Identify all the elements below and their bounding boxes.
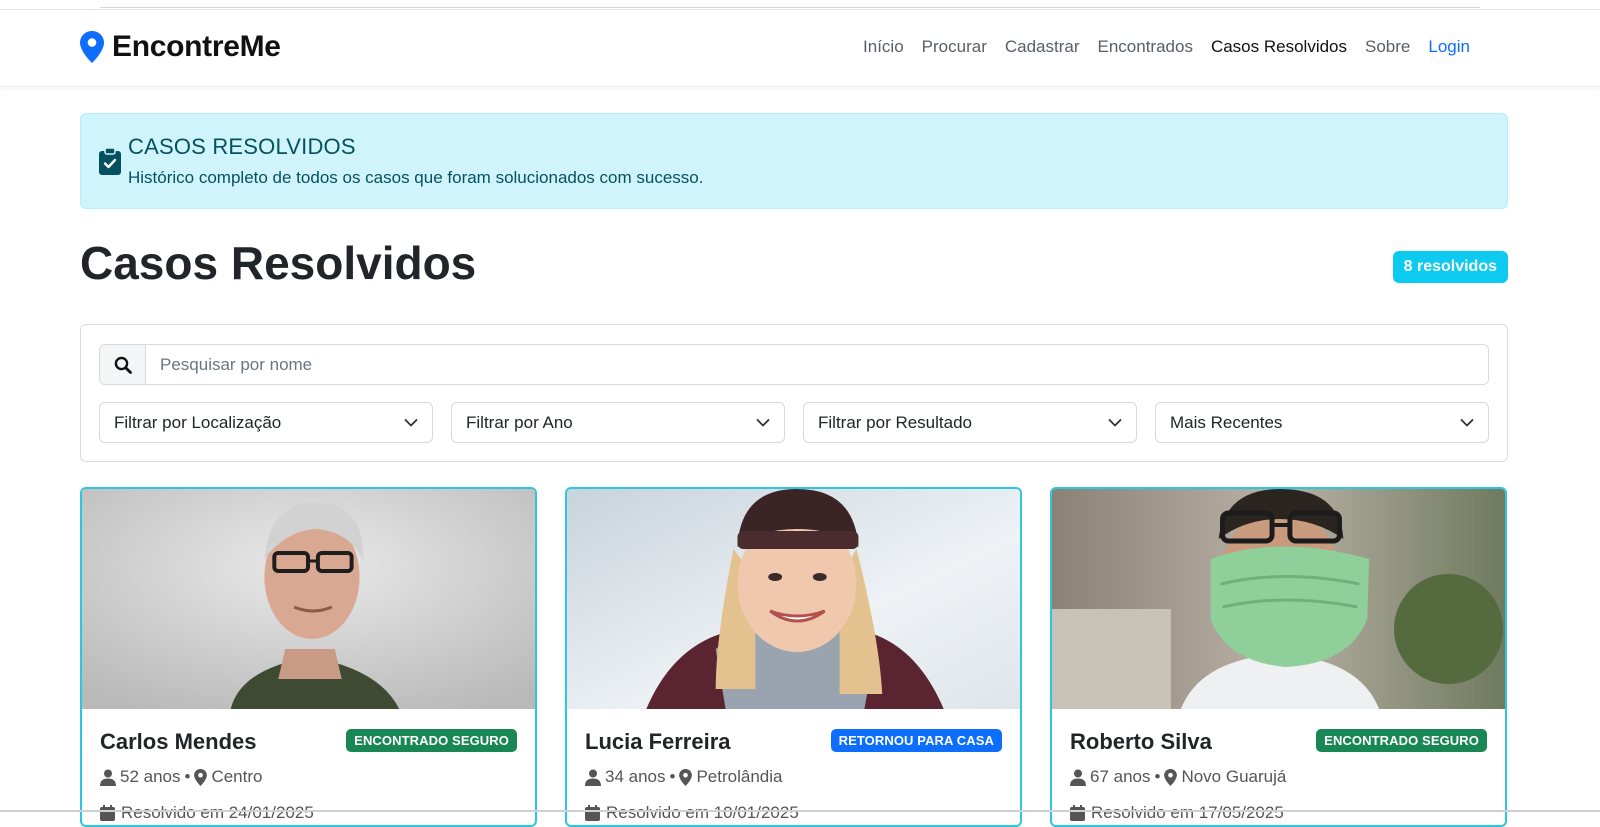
person-icon bbox=[100, 769, 116, 786]
case-age: 67 anos bbox=[1090, 767, 1151, 786]
resolved-count-badge: 8 resolvidos bbox=[1392, 251, 1508, 283]
case-photo bbox=[1052, 489, 1505, 709]
case-resolved-date: Resolvido em 10/01/2025 bbox=[606, 803, 799, 822]
case-card[interactable]: Carlos Mendes ENCONTRADO SEGURO 52 anos … bbox=[80, 487, 537, 827]
nav-item-procurar[interactable]: Procurar bbox=[922, 37, 987, 57]
result-filter-select[interactable]: Filtrar por Resultado bbox=[803, 402, 1137, 443]
location-filter-value: Filtrar por Localização bbox=[114, 412, 282, 432]
location-filter-select[interactable]: Filtrar por Localização bbox=[99, 402, 433, 443]
page-title: Casos Resolvidos bbox=[80, 237, 477, 289]
calendar-icon bbox=[100, 805, 115, 821]
navbar: EncontreMe Início Procurar Cadastrar Enc… bbox=[0, 10, 1600, 87]
status-badge: RETORNOU PARA CASA bbox=[830, 729, 1002, 752]
filters-panel: Filtrar por Localização Filtrar por Ano … bbox=[80, 324, 1508, 462]
alert-title: CASOS RESOLVIDOS bbox=[128, 134, 356, 159]
map-pin-icon bbox=[679, 768, 693, 786]
map-pin-icon bbox=[194, 768, 208, 786]
meta-separator: • bbox=[1154, 767, 1161, 786]
alert-text: Histórico completo de todos os casos que… bbox=[128, 168, 704, 187]
case-name: Lucia Ferreira bbox=[585, 729, 731, 754]
case-age: 34 anos bbox=[605, 767, 666, 786]
clipboard-check-icon bbox=[99, 147, 121, 175]
brand-link[interactable]: EncontreMe bbox=[80, 30, 281, 64]
case-date-row: Resolvido em 10/01/2025 bbox=[585, 803, 799, 823]
status-badge: ENCONTRADO SEGURO bbox=[1316, 729, 1487, 752]
nav-item-inicio[interactable]: Início bbox=[863, 37, 904, 57]
sort-value: Mais Recentes bbox=[1170, 412, 1283, 432]
case-photo bbox=[567, 489, 1020, 709]
browser-top-edge bbox=[0, 0, 1600, 10]
year-filter-select[interactable]: Filtrar por Ano bbox=[451, 402, 785, 443]
map-pin-icon bbox=[1164, 768, 1178, 786]
chevron-down-icon bbox=[1460, 418, 1474, 426]
brand-name: EncontreMe bbox=[112, 30, 281, 63]
search-group bbox=[99, 344, 1489, 385]
case-card[interactable]: Lucia Ferreira RETORNOU PARA CASA 34 ano… bbox=[565, 487, 1022, 827]
sort-select[interactable]: Mais Recentes bbox=[1155, 402, 1489, 443]
case-meta: 34 anos • Petrolândia bbox=[585, 767, 782, 787]
nav-item-encontrados[interactable]: Encontrados bbox=[1098, 37, 1193, 57]
chevron-down-icon bbox=[756, 418, 770, 426]
case-age: 52 anos bbox=[120, 767, 181, 786]
person-icon bbox=[585, 769, 601, 786]
nav-item-casos-resolvidos[interactable]: Casos Resolvidos bbox=[1211, 37, 1347, 57]
chevron-down-icon bbox=[404, 418, 418, 426]
search-input[interactable] bbox=[146, 345, 1488, 384]
calendar-icon bbox=[585, 805, 600, 821]
status-badge: ENCONTRADO SEGURO bbox=[346, 729, 517, 752]
case-meta: 67 anos • Novo Guarujá bbox=[1070, 767, 1286, 787]
calendar-icon bbox=[1070, 805, 1085, 821]
case-meta: 52 anos • Centro bbox=[100, 767, 262, 787]
case-name: Carlos Mendes bbox=[100, 729, 257, 754]
case-name: Roberto Silva bbox=[1070, 729, 1212, 754]
meta-separator: • bbox=[184, 767, 191, 786]
nav-links: Início Procurar Cadastrar Encontrados Ca… bbox=[863, 37, 1470, 57]
nav-item-cadastrar[interactable]: Cadastrar bbox=[1005, 37, 1080, 57]
result-filter-value: Filtrar por Resultado bbox=[818, 412, 973, 432]
case-date-row: Resolvido em 17/05/2025 bbox=[1070, 803, 1284, 823]
filter-selects: Filtrar por Localização Filtrar por Ano … bbox=[99, 402, 1489, 443]
case-location: Novo Guarujá bbox=[1181, 767, 1287, 786]
nav-item-sobre[interactable]: Sobre bbox=[1365, 37, 1410, 57]
chevron-down-icon bbox=[1108, 418, 1122, 426]
person-icon bbox=[1070, 769, 1086, 786]
search-icon bbox=[100, 345, 146, 384]
case-resolved-date: Resolvido em 24/01/2025 bbox=[121, 803, 314, 822]
case-resolved-date: Resolvido em 17/05/2025 bbox=[1091, 803, 1284, 822]
case-cards: Carlos Mendes ENCONTRADO SEGURO 52 anos … bbox=[80, 487, 1508, 827]
case-location: Petrolândia bbox=[696, 767, 783, 786]
meta-separator: • bbox=[669, 767, 676, 786]
case-date-row: Resolvido em 24/01/2025 bbox=[100, 803, 314, 823]
case-location: Centro bbox=[211, 767, 263, 786]
map-pin-icon bbox=[80, 31, 104, 63]
year-filter-value: Filtrar por Ano bbox=[466, 412, 573, 432]
case-photo bbox=[82, 489, 535, 709]
nav-item-login[interactable]: Login bbox=[1428, 37, 1470, 57]
info-alert: CASOS RESOLVIDOS Histórico completo de t… bbox=[80, 113, 1508, 209]
case-card[interactable]: Roberto Silva ENCONTRADO SEGURO 67 anos … bbox=[1050, 487, 1507, 827]
